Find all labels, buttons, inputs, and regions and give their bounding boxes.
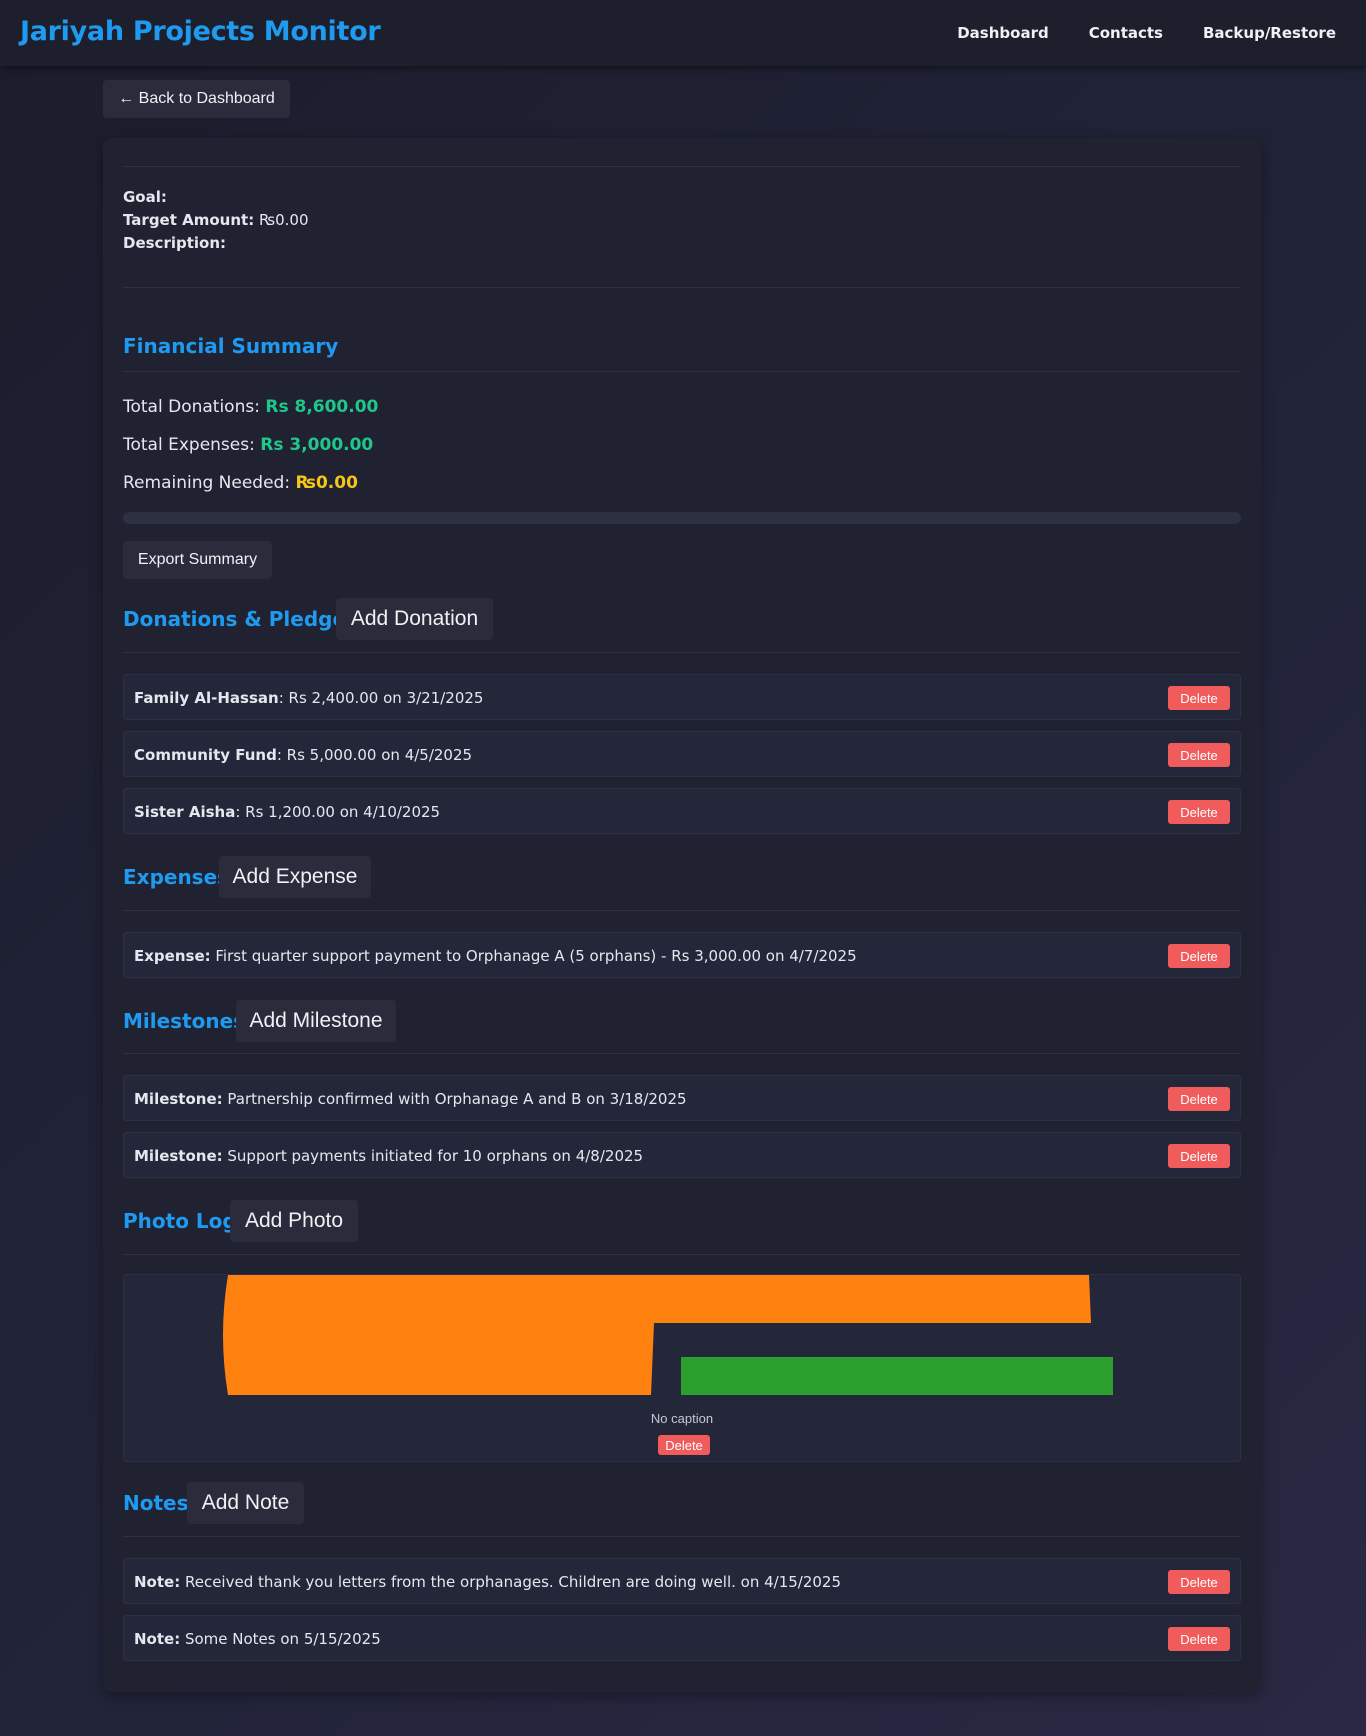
app-title[interactable]: Jariyah Projects Monitor [20, 16, 381, 47]
target-amount-line: Target Amount: ₨0.00 [123, 211, 309, 229]
funding-progress-bar [123, 512, 1241, 524]
add-milestone-button[interactable]: Add Milestone [236, 1000, 396, 1042]
donation-row: Sister Aisha: Rs 1,200.00 on 4/10/2025 D… [123, 788, 1241, 834]
add-donation-button[interactable]: Add Donation [336, 598, 493, 640]
donations-heading: Donations & Pledges [123, 607, 358, 631]
divider [123, 1053, 1241, 1054]
donation-text: Sister Aisha: Rs 1,200.00 on 4/10/2025 [134, 803, 440, 821]
photo-item: No caption Delete [123, 1274, 1241, 1462]
total-donations-label: Total Donations: [123, 397, 260, 417]
export-summary-button[interactable]: Export Summary [123, 541, 272, 579]
total-expenses-value: Rs 3,000.00 [260, 435, 374, 455]
delete-photo-button[interactable]: Delete [658, 1435, 710, 1455]
description-label: Description: [123, 234, 227, 252]
milestone-label: Milestone: [134, 1090, 223, 1108]
donation-row: Community Fund: Rs 5,000.00 on 4/5/2025 … [123, 731, 1241, 777]
donor-name: Community Fund [134, 746, 277, 764]
milestone-detail: Support payments initiated for 10 orphan… [222, 1147, 644, 1165]
main-nav: Dashboard Contacts Backup/Restore [957, 24, 1336, 42]
delete-expense-button[interactable]: Delete [1168, 944, 1230, 968]
note-label: Note: [134, 1630, 181, 1648]
delete-note-button[interactable]: Delete [1168, 1627, 1230, 1651]
back-to-dashboard-button[interactable]: ← Back to Dashboard [103, 80, 290, 118]
donation-detail: : Rs 5,000.00 on 4/5/2025 [276, 746, 473, 764]
add-photo-button[interactable]: Add Photo [230, 1200, 358, 1242]
divider [123, 910, 1241, 911]
delete-milestone-button[interactable]: Delete [1168, 1144, 1230, 1168]
divider [123, 371, 1241, 372]
add-note-button[interactable]: Add Note [187, 1482, 304, 1524]
note-row: Note: Received thank you letters from th… [123, 1558, 1241, 1604]
financial-summary-heading: Financial Summary [123, 334, 339, 358]
total-expenses-line: Total Expenses: Rs 3,000.00 [123, 435, 373, 455]
donor-name: Sister Aisha [134, 803, 236, 821]
delete-donation-button[interactable]: Delete [1168, 800, 1230, 824]
total-donations-line: Total Donations: Rs 8,600.00 [123, 397, 378, 417]
photo-caption: No caption [650, 1411, 714, 1426]
expense-row: Expense: First quarter support payment t… [123, 932, 1241, 978]
nav-backup-restore-link[interactable]: Backup/Restore [1203, 24, 1336, 42]
donation-text: Family Al-Hassan: Rs 2,400.00 on 3/21/20… [134, 689, 483, 707]
expense-detail: First quarter support payment to Orphana… [210, 947, 857, 965]
goal-line: Goal: [123, 188, 167, 206]
donor-name: Family Al-Hassan [134, 689, 279, 707]
divider [123, 166, 1241, 167]
notes-heading: Notes [123, 1491, 189, 1515]
expense-label: Expense: [134, 947, 211, 965]
project-detail-card: Goal: Target Amount: ₨0.00 Description: … [103, 138, 1261, 1692]
divider [123, 1254, 1241, 1255]
photo-thumbnail[interactable] [222, 1275, 1122, 1395]
remaining-needed-line: Remaining Needed: ₨0.00 [123, 473, 358, 493]
milestone-text: Milestone: Partnership confirmed with Or… [134, 1090, 687, 1108]
note-row: Note: Some Notes on 5/15/2025 Delete [123, 1615, 1241, 1661]
donation-text: Community Fund: Rs 5,000.00 on 4/5/2025 [134, 746, 472, 764]
delete-donation-button[interactable]: Delete [1168, 686, 1230, 710]
delete-milestone-button[interactable]: Delete [1168, 1087, 1230, 1111]
note-detail: Received thank you letters from the orph… [180, 1573, 842, 1591]
total-donations-value: Rs 8,600.00 [265, 397, 379, 417]
add-expense-button[interactable]: Add Expense [219, 856, 371, 898]
note-text: Note: Received thank you letters from th… [134, 1573, 841, 1591]
milestone-row: Milestone: Support payments initiated fo… [123, 1132, 1241, 1178]
target-amount-label: Target Amount: [123, 211, 255, 229]
divider [123, 652, 1241, 653]
milestones-heading: Milestones [123, 1009, 246, 1033]
delete-note-button[interactable]: Delete [1168, 1570, 1230, 1594]
donation-detail: : Rs 1,200.00 on 4/10/2025 [235, 803, 441, 821]
note-text: Note: Some Notes on 5/15/2025 [134, 1630, 381, 1648]
total-expenses-label: Total Expenses: [123, 435, 255, 455]
remaining-needed-label: Remaining Needed: [123, 473, 291, 493]
target-amount-value: ₨0.00 [258, 211, 309, 229]
milestone-row: Milestone: Partnership confirmed with Or… [123, 1075, 1241, 1121]
nav-dashboard-link[interactable]: Dashboard [957, 24, 1048, 42]
milestone-detail: Partnership confirmed with Orphanage A a… [222, 1090, 687, 1108]
divider [123, 287, 1241, 288]
donation-row: Family Al-Hassan: Rs 2,400.00 on 3/21/20… [123, 674, 1241, 720]
delete-donation-button[interactable]: Delete [1168, 743, 1230, 767]
nav-contacts-link[interactable]: Contacts [1089, 24, 1163, 42]
expenses-heading: Expenses [123, 865, 230, 889]
description-line: Description: [123, 234, 226, 252]
donation-detail: : Rs 2,400.00 on 3/21/2025 [278, 689, 484, 707]
note-label: Note: [134, 1573, 181, 1591]
goal-label: Goal: [123, 188, 167, 206]
note-detail: Some Notes on 5/15/2025 [180, 1630, 381, 1648]
photo-log-heading: Photo Log [123, 1209, 237, 1233]
divider [123, 1536, 1241, 1537]
milestone-label: Milestone: [134, 1147, 223, 1165]
remaining-needed-value: ₨0.00 [295, 473, 358, 493]
expense-text: Expense: First quarter support payment t… [134, 947, 857, 965]
top-nav-bar: Jariyah Projects Monitor Dashboard Conta… [0, 0, 1366, 66]
milestone-text: Milestone: Support payments initiated fo… [134, 1147, 643, 1165]
